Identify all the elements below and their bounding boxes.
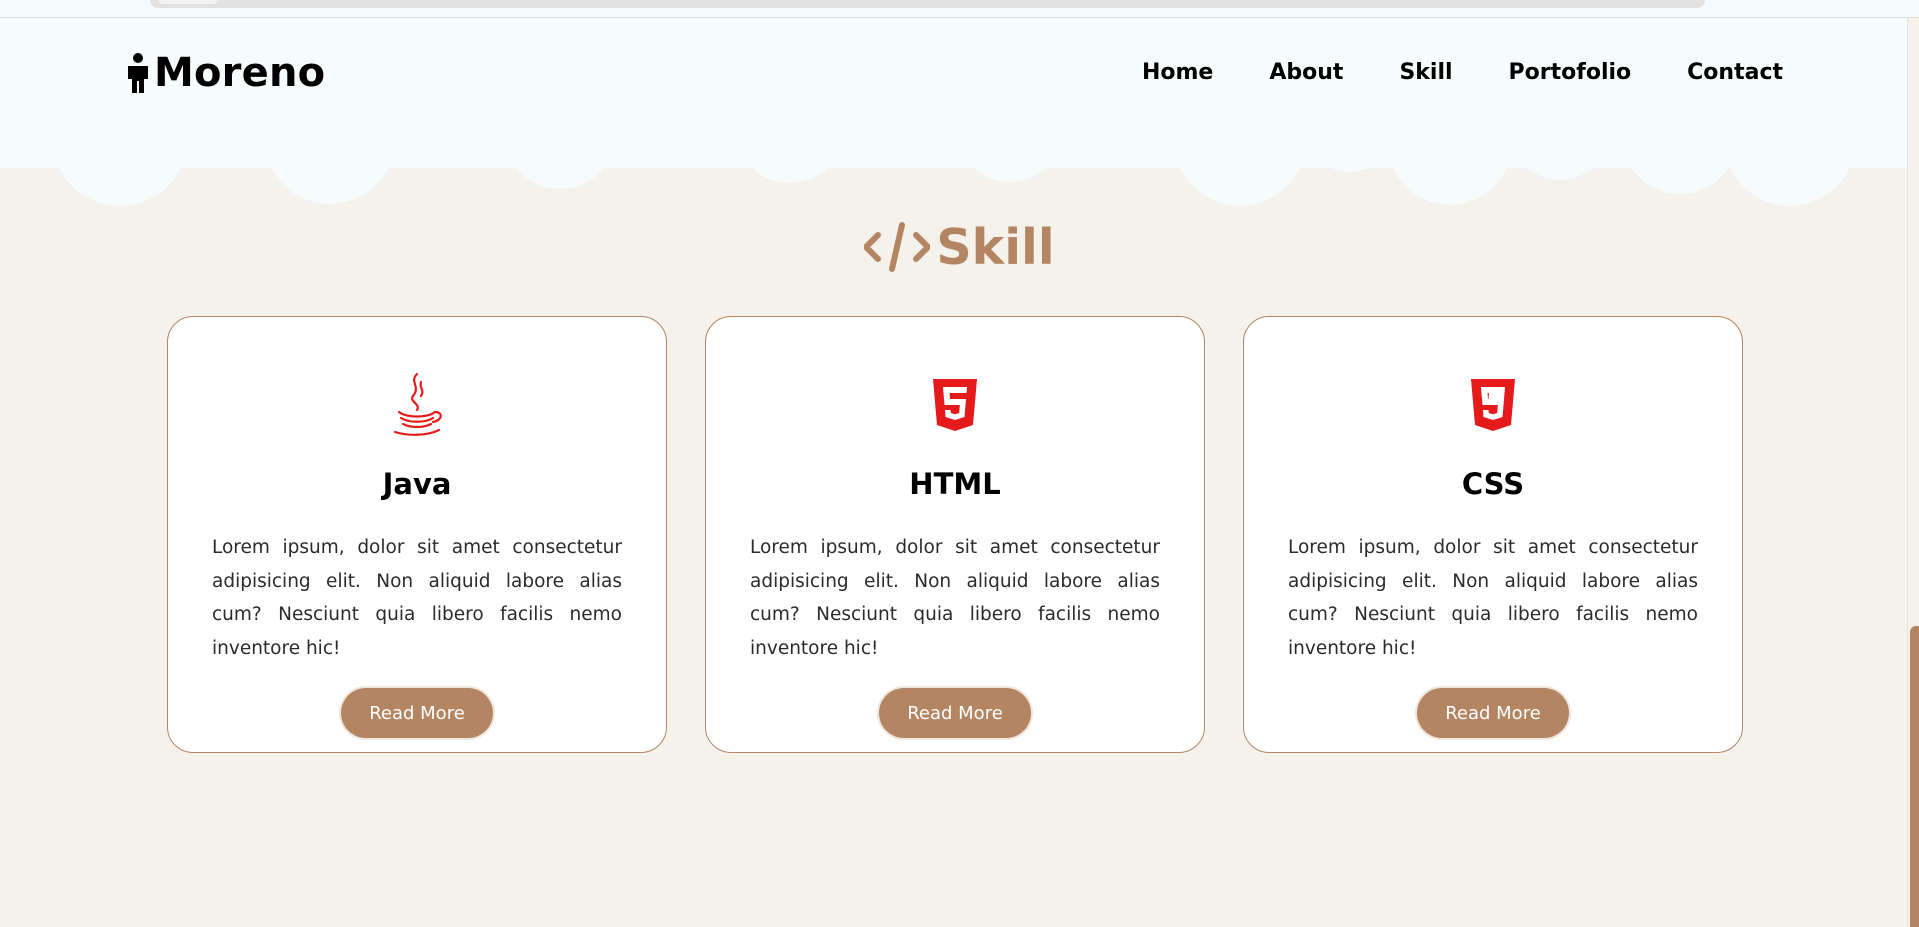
skill-card-css: CSS Lorem ipsum, dolor sit amet consecte… [1243,316,1743,753]
section-title: Skill [0,212,1919,282]
section-title-text: Skill [936,218,1055,276]
main-nav: Home About Skill Portofolio Contact [1142,57,1783,87]
css3-icon [1465,371,1521,439]
cloud-edge-decoration [0,18,1908,206]
card-title: CSS [1461,467,1525,501]
card-description: Lorem ipsum, dolor sit amet consectetur … [212,537,622,659]
nav-skill[interactable]: Skill [1399,60,1452,85]
java-icon [389,371,445,439]
skill-cards: Java Lorem ipsum, dolor sit amet consect… [167,316,1743,753]
address-bar-knob [158,0,218,4]
read-more-button[interactable]: Read More [1417,688,1569,738]
read-more-button[interactable]: Read More [879,688,1031,738]
read-more-button[interactable]: Read More [341,688,493,738]
card-title: HTML [909,467,1001,501]
address-bar[interactable] [150,0,1705,8]
person-icon [124,53,152,93]
nav-portofolio[interactable]: Portofolio [1509,60,1632,85]
brand-name: Moreno [154,50,326,96]
code-icon [864,221,931,273]
page: Moreno Home About Skill Portofolio Conta… [0,0,1919,927]
card-title: Java [382,467,452,501]
scrollbar-thumb[interactable] [1910,626,1919,927]
nav-about[interactable]: About [1269,60,1343,85]
skill-card-java: Java Lorem ipsum, dolor sit amet consect… [167,316,667,753]
nav-home[interactable]: Home [1142,60,1213,85]
card-description: Lorem ipsum, dolor sit amet consectetur … [750,537,1160,659]
brand-logo[interactable]: Moreno [124,50,325,96]
card-description: Lorem ipsum, dolor sit amet consectetur … [1288,537,1698,659]
html5-icon [927,371,983,439]
skill-card-html: HTML Lorem ipsum, dolor sit amet consect… [705,316,1205,753]
nav-contact[interactable]: Contact [1687,60,1783,85]
top-strip [0,0,1919,18]
